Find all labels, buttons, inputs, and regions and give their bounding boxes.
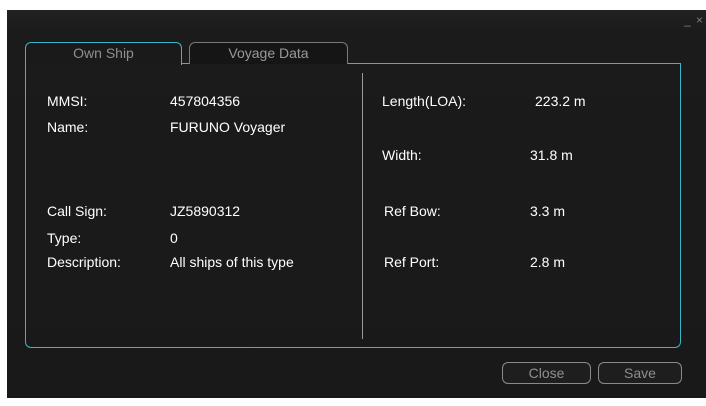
minimize-icon[interactable]: _	[684, 13, 692, 27]
tab-voyage-data[interactable]: Voyage Data	[189, 42, 348, 64]
close-button[interactable]: Close	[502, 362, 591, 384]
column-divider	[362, 73, 363, 339]
panel-top-border	[348, 63, 681, 64]
call-sign-value: JZ5890312	[170, 203, 241, 219]
type-value: 0	[170, 230, 178, 246]
panel-top-border	[182, 63, 189, 64]
width-value: 31.8 m	[530, 147, 573, 163]
length-label: Length(LOA):	[382, 93, 467, 109]
window-controls: _ ×	[684, 13, 704, 27]
name-label: Name:	[47, 119, 89, 135]
description-label: Description:	[47, 254, 121, 270]
name-value: FURUNO Voyager	[170, 119, 286, 135]
description-value: All ships of this type	[170, 254, 294, 270]
type-label: Type:	[47, 230, 82, 246]
ref-bow-label: Ref Bow:	[384, 203, 441, 219]
width-label: Width:	[382, 147, 422, 163]
save-button[interactable]: Save	[598, 362, 682, 384]
close-icon[interactable]: ×	[696, 13, 704, 27]
mmsi-value: 457804356	[170, 93, 241, 109]
ref-port-label: Ref Port:	[384, 254, 440, 270]
length-value: 223.2 m	[535, 93, 586, 109]
ref-port-value: 2.8 m	[530, 254, 566, 270]
mmsi-label: MMSI:	[47, 93, 88, 109]
call-sign-label: Call Sign:	[47, 203, 107, 219]
tab-own-ship[interactable]: Own Ship	[25, 42, 182, 65]
ref-bow-value: 3.3 m	[530, 203, 566, 219]
